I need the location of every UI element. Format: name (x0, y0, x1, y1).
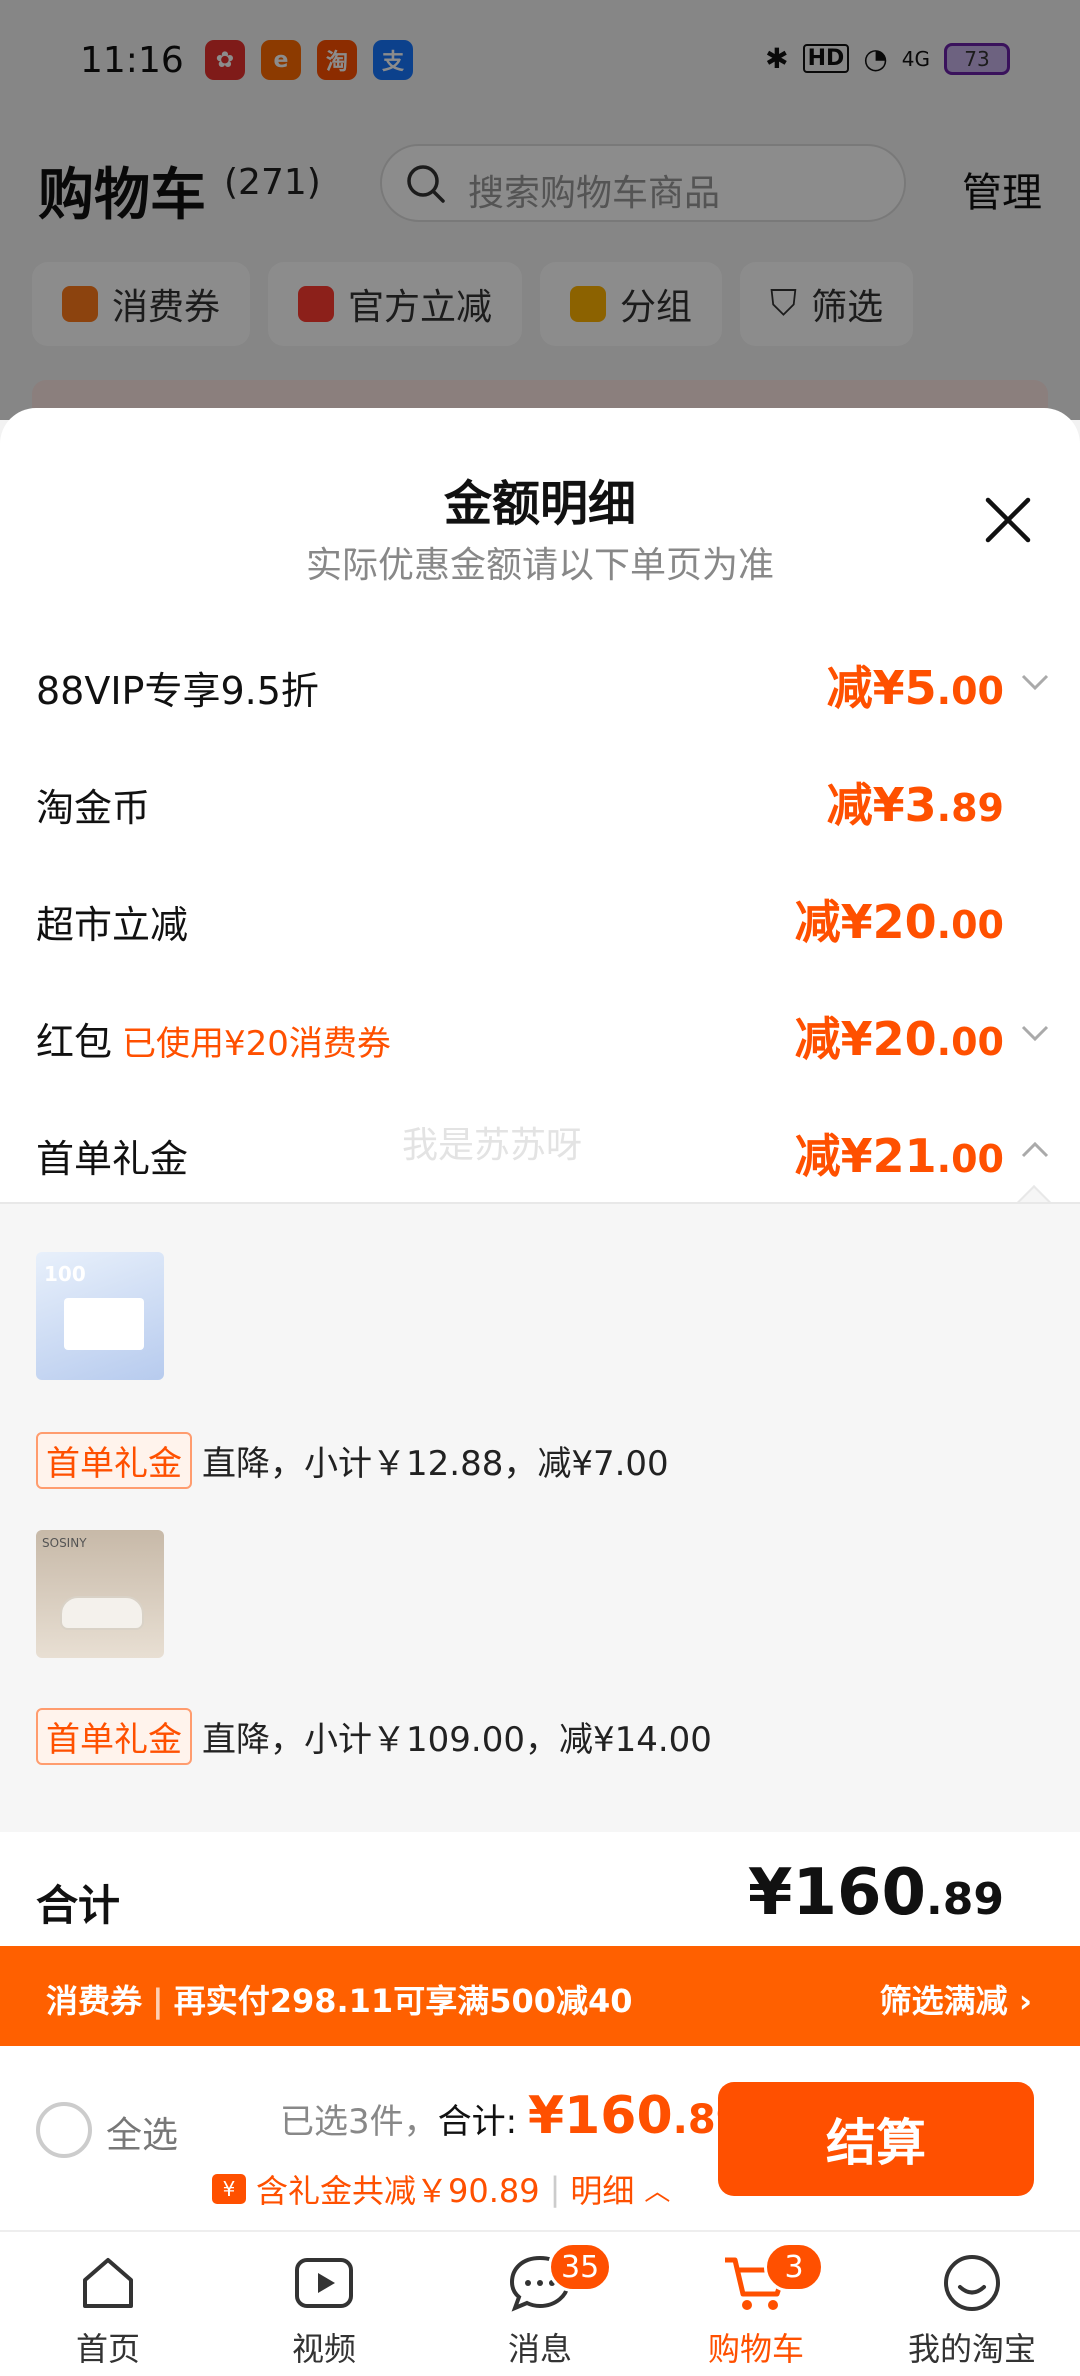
selected-count: 已选3件， (280, 2102, 438, 2142)
discount-amount: 减¥21.00 (794, 1129, 1004, 1183)
gift-detail-text: 直降，小计￥109.00，减¥14.00 (202, 1720, 712, 1760)
tab-label: 视频 (291, 2330, 356, 2368)
discount-amount: 减¥20.00 (794, 895, 1004, 949)
total-label: 合计 (36, 1881, 121, 1930)
checkout-bar: 全选 已选3件，合计: ¥160.89 ¥ 含礼金共减￥90.89 | 明细 ︿… (0, 2046, 1080, 2230)
tab-label: 消息 (507, 2330, 572, 2368)
discount-row-supermarket: 超市立减 减¥20.00 (0, 856, 1080, 973)
home-icon (83, 2258, 133, 2308)
sheet-title: 金额明细 (443, 476, 636, 532)
select-all-label[interactable]: 全选 (106, 2106, 178, 2158)
filter-full-reduction-link[interactable]: 筛选满减 › (880, 1976, 1032, 2022)
promo-bar[interactable]: 消费券 | 再实付298.11可享满500减40 筛选满减 › (0, 1946, 1080, 2046)
gift-detail-line: 首单礼金 直降，小计￥109.00，减¥14.00 (36, 1708, 712, 1765)
discount-label: 红包 已使用¥20消费券 (36, 1020, 391, 1064)
checkout-button[interactable]: 结算 (718, 2082, 1034, 2196)
discount-text: 含礼金共减￥90.89 (256, 2172, 540, 2210)
discount-label: 88VIP专享9.5折 (36, 669, 319, 713)
product-thumbnail[interactable]: 100 (36, 1252, 164, 1380)
bottom-tab-bar: 首页 视频 消息 35 购物车 3 我的淘宝 (0, 2230, 1080, 2376)
tab-my-taobao[interactable]: 我的淘宝 (864, 2232, 1080, 2376)
tab-label: 我的淘宝 (907, 2330, 1036, 2368)
thumbnail-text: SOSINY (42, 1536, 87, 1550)
selected-total-price: ¥160.89 (527, 2086, 744, 2146)
promo-text: 消费券 | 再实付298.11可享满500减40 (46, 1982, 633, 2020)
discount-amount: 减¥20.00 (794, 1012, 1004, 1066)
tab-messages[interactable]: 消息 35 (432, 2232, 648, 2376)
shoe-graphic (60, 1596, 144, 1630)
discount-amount: 减¥5.00 (826, 661, 1004, 715)
product-thumbnail[interactable]: SOSINY (36, 1530, 164, 1658)
gift-detail-panel: 100 首单礼金 直降，小计￥12.88，减¥7.00 SOSINY 首单礼金 … (0, 1202, 1080, 1832)
divider: | (549, 2170, 561, 2208)
message-count-badge: 35 (548, 2242, 613, 2292)
tab-label: 购物车 (707, 2330, 804, 2368)
discount-row-88vip[interactable]: 88VIP专享9.5折 减¥5.00 (0, 622, 1080, 739)
tab-label: 首页 (75, 2330, 140, 2368)
video-icon (295, 2258, 353, 2308)
chevron-up-icon: ︿ (644, 2176, 671, 2207)
tab-cart[interactable]: 购物车 3 (648, 2232, 864, 2376)
discount-row-taojinbi: 淘金币 减¥3.89 (0, 739, 1080, 856)
select-all-checkbox[interactable] (36, 2102, 92, 2158)
gift-icon: ¥ (212, 2174, 246, 2204)
gift-tag: 首单礼金 (36, 1708, 192, 1765)
thumbnail-text: 100 (44, 1262, 86, 1286)
discount-label: 首单礼金 (36, 1137, 189, 1181)
discount-summary[interactable]: ¥ 含礼金共减￥90.89 | 明细 ︿ (212, 2166, 670, 2212)
chevron-up-icon[interactable] (1020, 1140, 1050, 1160)
chevron-down-icon[interactable] (1020, 672, 1050, 692)
sheet-total-row: 合计 ¥160.89 (0, 1832, 1080, 1960)
modal-scrim[interactable] (0, 0, 1080, 420)
detail-link[interactable]: 明细 (570, 2166, 634, 2212)
chevron-down-icon[interactable] (1020, 1023, 1050, 1043)
wipes-pack-graphic (64, 1298, 144, 1350)
total-amount: ¥160.89 (747, 1856, 1004, 1930)
watermark: 我是苏苏呀 (402, 1125, 583, 1166)
coupon-used-note: 已使用¥20消费券 (122, 1024, 391, 1064)
gift-detail-text: 直降，小计￥12.88，减¥7.00 (202, 1444, 669, 1484)
gift-detail-line: 首单礼金 直降，小计￥12.88，减¥7.00 (36, 1432, 669, 1489)
chevron-right-icon: › (1018, 1982, 1032, 2020)
selection-summary: 已选3件，合计: ¥160.89 (280, 2086, 744, 2146)
close-icon[interactable] (982, 494, 1034, 546)
tab-video[interactable]: 视频 (216, 2232, 432, 2376)
discount-row-red-packet[interactable]: 红包 已使用¥20消费券 减¥20.00 (0, 973, 1080, 1090)
gift-tag: 首单礼金 (36, 1432, 192, 1489)
discount-label: 超市立减 (36, 903, 189, 947)
sheet-subtitle: 实际优惠金额请以下单页为准 (305, 545, 774, 586)
discount-label: 淘金币 (36, 786, 151, 830)
discount-amount: 减¥3.89 (826, 778, 1004, 832)
cart-count-badge: 3 (764, 2242, 824, 2292)
total-prefix: 合计: (437, 2102, 528, 2142)
profile-icon (944, 2255, 1000, 2311)
tab-home[interactable]: 首页 (0, 2232, 216, 2376)
